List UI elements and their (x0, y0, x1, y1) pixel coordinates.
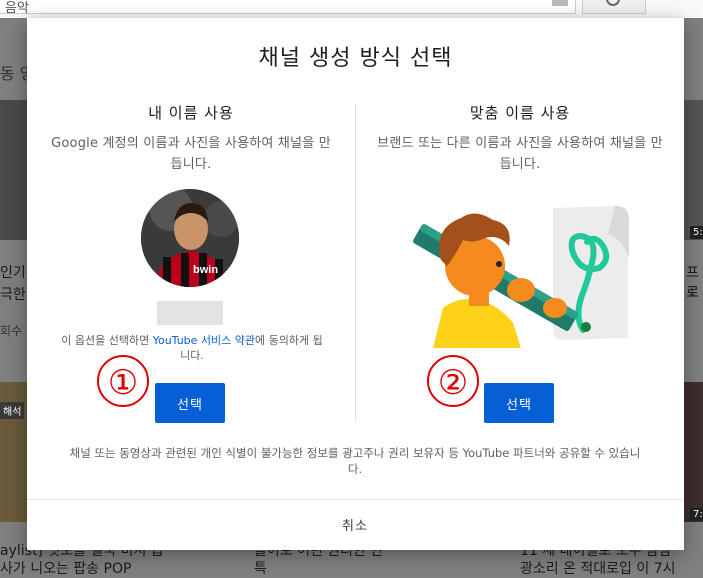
video-title: 사가 니오는 팝송 POP (0, 561, 132, 577)
search-input: 음악 (0, 0, 576, 16)
video-thumbnail (684, 100, 703, 240)
video-title: 광소리 온 적대로입 이 7시 (520, 561, 676, 577)
duration-badge: 7: (690, 508, 703, 521)
search-query: 음악 (5, 1, 29, 16)
terms-of-service-link[interactable]: YouTube 서비스 약관 (153, 334, 255, 347)
masthead: 음악 (0, 0, 703, 18)
option-description: Google 계정의 이름과 사진을 사용하여 채널을 만듭니다. (51, 136, 331, 172)
option-title: 내 이름 사용 (148, 104, 234, 122)
option-title: 맞춤 이름 사용 (469, 104, 571, 122)
thumbnail-caption: 해석 (0, 402, 25, 419)
create-channel-dialog: 채널 생성 방식 선택 내 이름 사용 Google 계정의 이름과 사진을 사… (27, 18, 684, 550)
avatar: bwin (141, 189, 239, 287)
option-description: 브랜드 또는 다른 이름과 사진을 사용하여 채널을 만듭니다. (377, 136, 663, 172)
select-custom-name-button[interactable]: 선택 (484, 383, 554, 423)
svg-text:bwin: bwin (193, 264, 218, 276)
annotation-marker-2: ② (427, 355, 479, 407)
dialog-title: 채널 생성 방식 선택 (258, 46, 453, 71)
video-title: 극한 (0, 287, 26, 303)
terms-notice: 이 옵션을 선택하면 YouTube 서비스 약관에 동의하게 됩니다. (57, 333, 327, 363)
brand-illustration (403, 198, 633, 348)
select-my-name-button[interactable]: 선택 (155, 383, 225, 423)
video-thumbnail (684, 382, 703, 522)
column-divider (355, 104, 356, 422)
keyboard-icon (552, 0, 568, 6)
video-thumbnail (0, 100, 27, 240)
privacy-disclaimer: 채널 또는 동영상과 관련된 개인 식별이 불가능한 정보를 광고주나 권리 보… (69, 446, 641, 476)
video-meta: 1 (688, 284, 696, 298)
option-custom-name: 맞춤 이름 사용 브랜드 또는 다른 이름과 사진을 사용하여 채널을 만듭니다… (370, 102, 670, 175)
video-title: 특 (254, 561, 267, 577)
cancel-button[interactable]: 취소 (295, 507, 415, 541)
footer-divider (27, 499, 684, 500)
video-meta: 회수 (0, 324, 23, 338)
option-use-my-name: 내 이름 사용 Google 계정의 이름과 사진을 사용하여 채널을 만듭니다… (41, 102, 341, 175)
annotation-marker-1: ① (97, 355, 149, 407)
terms-text: 이 옵션을 선택하면 (61, 334, 153, 347)
channel-name-placeholder (157, 301, 223, 325)
duration-badge: 5: (690, 226, 703, 239)
